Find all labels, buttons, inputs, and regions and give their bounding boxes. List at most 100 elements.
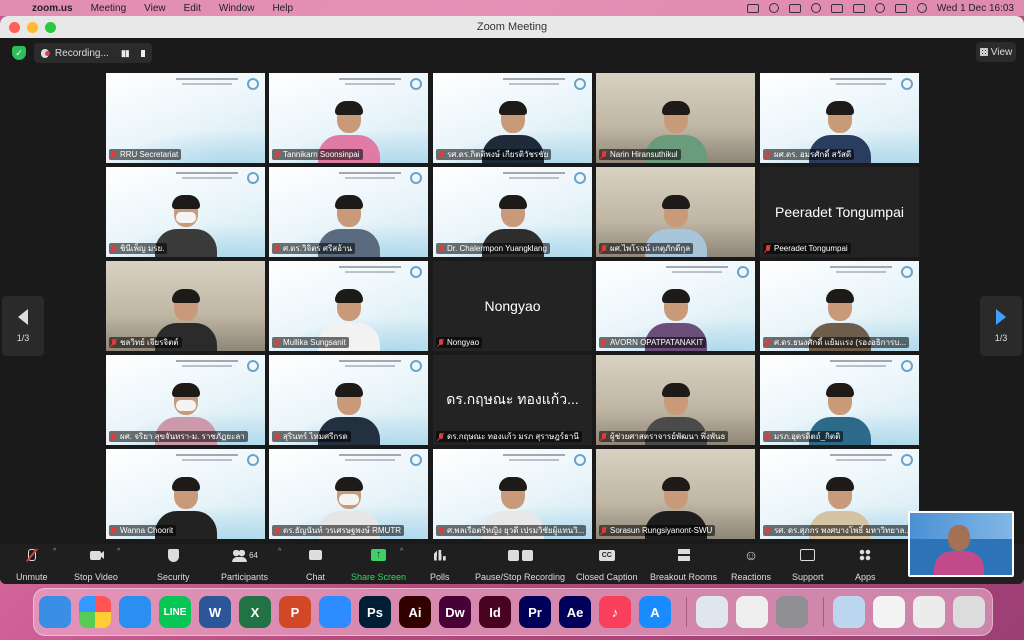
breakout-rooms-label: Breakout Rooms — [650, 572, 718, 582]
encryption-shield-icon[interactable]: ✓ — [12, 46, 26, 60]
participant-video-tile[interactable]: ผศ.ดร. อมรศักดิ์ สวัสดี — [760, 73, 919, 163]
participant-video-tile[interactable]: ผศ.ไพโรจน์ เกตุภักดีกุล — [596, 167, 755, 257]
menu-clock[interactable]: Wed 1 Dec 16:03 — [937, 3, 1014, 14]
video-camera-icon — [88, 548, 104, 562]
audio-options-caret-icon[interactable]: ^ — [53, 548, 56, 555]
participant-video-tile[interactable]: Nongyao Nongyao — [433, 261, 592, 351]
wifi-icon[interactable] — [810, 3, 821, 13]
fullscreen-window-button[interactable] — [45, 21, 56, 33]
participant-video-tile[interactable]: มรภ.อุตรดิตถ์_กิตติ — [760, 355, 919, 445]
participant-name: AVORN OPATPATANAKIT — [610, 338, 704, 347]
recent-doc-1-icon[interactable] — [833, 596, 865, 628]
participant-video-tile[interactable]: ชลวิทย์ เจียรจิตต์ — [106, 261, 265, 351]
pause-stop-recording-button[interactable]: Pause/Stop Recording — [475, 548, 565, 582]
minimize-window-button[interactable] — [27, 21, 38, 33]
menu-window[interactable]: Window — [219, 3, 255, 14]
premiere-icon[interactable]: Pr — [519, 596, 551, 628]
participant-video-tile[interactable]: Tannikarn Soonsinpai — [269, 73, 428, 163]
title-bar[interactable]: Zoom Meeting — [0, 16, 1024, 38]
participant-video-tile[interactable]: ชินีเพ็ญ มรย. — [106, 167, 265, 257]
support-button[interactable]: Support — [792, 548, 824, 582]
excel-icon[interactable]: X — [239, 596, 271, 628]
music-icon[interactable]: ♪ — [599, 596, 631, 628]
reactions-button[interactable]: Reactions — [731, 548, 771, 582]
participant-name-label: ผศ.ไพโรจน์ เกตุภักดีกุล — [599, 243, 694, 254]
participant-video-tile[interactable]: ดร.ธัญนันท์ วรเศรษฐพงษ์ RMUTR — [269, 449, 428, 539]
participant-display-name: Nongyao — [484, 298, 541, 314]
participant-video-tile[interactable]: RRU Secretariat — [106, 73, 265, 163]
menu-app-name[interactable]: zoom.us — [32, 3, 73, 14]
apps-button[interactable]: Apps — [855, 548, 876, 582]
spotlight-search-icon[interactable] — [874, 3, 885, 13]
battery-icon[interactable] — [788, 3, 801, 13]
participant-video-tile[interactable]: ผู้ช่วยศาสตราจารย์พัฒนา พึ่งพันธ — [596, 355, 755, 445]
system-preferences-icon[interactable] — [776, 596, 808, 628]
keyboard-icon[interactable] — [852, 3, 865, 13]
chat-button[interactable]: Chat — [306, 548, 325, 582]
participant-video-tile[interactable]: รศ. ดร.สุภกร พงศบางโพธิ์ มหาวิทยาล... — [760, 449, 919, 539]
recent-doc-3-icon[interactable] — [913, 596, 945, 628]
recent-doc-2-icon[interactable] — [873, 596, 905, 628]
breakout-rooms-button[interactable]: Breakout Rooms — [650, 548, 717, 582]
siri-icon[interactable] — [916, 3, 927, 13]
zoom-icon[interactable] — [319, 596, 351, 628]
participant-video-tile[interactable]: Narin Hiransuthikul — [596, 73, 755, 163]
after-effects-icon[interactable]: Ae — [559, 596, 591, 628]
participant-video-tile[interactable]: AVORN OPATPATANAKIT — [596, 261, 755, 351]
closed-caption-button[interactable]: Closed Caption — [576, 548, 638, 582]
powerpoint-icon[interactable]: P — [279, 596, 311, 628]
participants-button[interactable]: 64 Participants — [221, 548, 268, 583]
close-window-button[interactable] — [9, 21, 20, 33]
quicktime-icon[interactable] — [696, 596, 728, 628]
share-screen-button[interactable]: Share Screen — [351, 548, 406, 582]
stop-recording-button[interactable] — [140, 49, 145, 57]
line-icon[interactable]: LINE — [159, 596, 191, 628]
illustrator-icon[interactable]: Ai — [399, 596, 431, 628]
participant-video-tile[interactable]: ดร.กฤษณะ ทองแก้ว... ดร.กฤษณะ ทองแก้ว มรภ … — [433, 355, 592, 445]
photoshop-icon[interactable]: Ps — [359, 596, 391, 628]
participant-video-tile[interactable]: Sorasun Rungsiyanont-SWU — [596, 449, 755, 539]
view-button[interactable]: View — [976, 42, 1016, 62]
participant-video-tile[interactable]: Mullika Sungsanit — [269, 261, 428, 351]
stop-video-button[interactable]: Stop Video — [74, 548, 118, 582]
menu-meeting[interactable]: Meeting — [91, 3, 127, 14]
app-store-icon[interactable]: A — [639, 596, 671, 628]
menu-help[interactable]: Help — [272, 3, 293, 14]
participant-video-tile[interactable]: Peeradet Tongumpai Peeradet Tongumpai — [760, 167, 919, 257]
share-options-caret-icon[interactable]: ^ — [400, 548, 403, 555]
menu-bar: zoom.us Meeting View Edit Window Help We… — [0, 0, 1024, 16]
participant-video-tile[interactable]: ศ.ดร.ธนงศักดิ์ แย้มแรง (รองอธิการบ... — [760, 261, 919, 351]
polls-button[interactable]: Polls — [430, 548, 450, 582]
video-options-caret-icon[interactable]: ^ — [117, 548, 120, 555]
camera-status-icon[interactable] — [746, 3, 759, 13]
input-source-icon[interactable] — [830, 3, 843, 13]
participant-display-name: ดร.กฤษณะ ทองแก้ว... — [446, 391, 579, 407]
word-icon[interactable]: W — [199, 596, 231, 628]
participant-video-tile[interactable]: ผศ. จริยา สุขจันทรา-ม. ราชภัฏยะลา — [106, 355, 265, 445]
control-center-icon[interactable] — [894, 3, 907, 13]
unmute-button[interactable]: Unmute — [16, 548, 48, 582]
creative-cloud-icon[interactable] — [768, 3, 779, 13]
pause-recording-button[interactable]: ▮▮ — [121, 48, 130, 59]
menu-view[interactable]: View — [144, 3, 166, 14]
support-icon — [800, 548, 816, 562]
participants-options-caret-icon[interactable]: ^ — [278, 548, 281, 555]
safari-icon[interactable] — [119, 596, 151, 628]
participant-video-tile[interactable]: ศ.ดร.วิจิตร ศรีสอ้าน — [269, 167, 428, 257]
finder-icon[interactable] — [39, 596, 71, 628]
next-page-button[interactable]: 1/3 — [980, 296, 1022, 356]
security-button[interactable]: Security — [157, 548, 190, 582]
trash-icon[interactable] — [953, 596, 985, 628]
dreamweaver-icon[interactable]: Dw — [439, 596, 471, 628]
launchpad-icon[interactable] — [79, 596, 111, 628]
participant-video-tile[interactable]: สุรินทร์ ไหมศรีกรด — [269, 355, 428, 445]
self-view-thumbnail[interactable] — [908, 511, 1014, 577]
menu-edit[interactable]: Edit — [184, 3, 201, 14]
participant-video-tile[interactable]: Wanna Choorit — [106, 449, 265, 539]
participant-video-tile[interactable]: รศ.ดร.กิตติพงษ์ เกียรติวัชรชัย — [433, 73, 592, 163]
participant-video-tile[interactable]: Dr. Chalermpon Yuangklang — [433, 167, 592, 257]
participant-video-tile[interactable]: ศ.พลเรือตรีหญิง ยุวดี เปรมวิชัยผู้แทนวิ.… — [433, 449, 592, 539]
indesign-icon[interactable]: Id — [479, 596, 511, 628]
acrobat-icon[interactable] — [736, 596, 768, 628]
previous-page-button[interactable]: 1/3 — [2, 296, 44, 356]
